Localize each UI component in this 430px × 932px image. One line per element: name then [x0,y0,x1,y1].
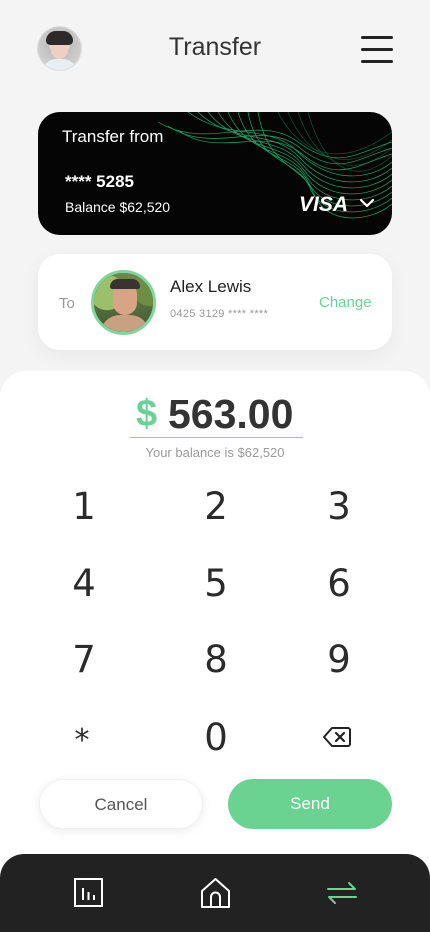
nav-item-transfer[interactable] [325,876,359,910]
currency-symbol: $ [136,393,158,435]
balance-note: Your balance is $62,520 [145,445,285,460]
menu-icon-line [361,48,393,51]
to-label: To [59,295,75,312]
menu-icon-line [361,36,393,39]
keypad-key-backspace[interactable] [297,709,377,763]
change-recipient-link[interactable]: Change [319,294,372,311]
keypad-key-0[interactable]: 0 [176,711,256,765]
recipient-card: To Alex Lewis 0425 3129 **** **** Change [38,254,392,350]
card-label: Transfer from [62,127,164,146]
card-number: **** 5285 [65,172,135,191]
recipient-name: Alex Lewis [170,277,252,296]
send-button[interactable]: Send [228,779,392,829]
keypad-key-1[interactable]: 1 [44,480,124,534]
keypad-key-3[interactable]: 3 [299,480,379,534]
menu-button[interactable] [358,33,396,65]
source-card[interactable]: Transfer from **** 5285 Balance $62,520 … [38,112,392,235]
visa-logo: VISA [299,193,349,216]
amount-display[interactable]: $ 563.00 [130,387,303,438]
avatar-hair [110,279,140,289]
keypad-key-5[interactable]: 5 [176,557,256,611]
keypad-key-9[interactable]: 9 [299,633,379,687]
nav-item-home[interactable] [199,876,233,910]
keypad-key-4[interactable]: 4 [44,557,124,611]
home-icon [201,878,230,908]
chevron-down-icon[interactable] [358,194,376,212]
backspace-icon [323,727,351,747]
keypad-key-7[interactable]: 7 [44,633,124,687]
chart-icon [74,878,103,907]
card-balance: Balance $62,520 [65,199,171,215]
menu-icon-line [361,60,393,63]
cancel-button[interactable]: Cancel [39,779,203,829]
nav-item-stats[interactable] [72,876,106,910]
header: Transfer [0,0,430,100]
bottom-navbar [0,854,430,932]
recipient-phone: 0425 3129 **** **** [170,308,269,320]
transfer-icon [327,882,357,904]
recipient-avatar [91,270,156,335]
keypad-key-2[interactable]: 2 [176,480,256,534]
keypad-key-8[interactable]: 8 [176,633,256,687]
keypad-key-6[interactable]: 6 [299,557,379,611]
keypad-key-star[interactable]: * [42,714,122,768]
amount-value: 563.00 [168,391,294,437]
